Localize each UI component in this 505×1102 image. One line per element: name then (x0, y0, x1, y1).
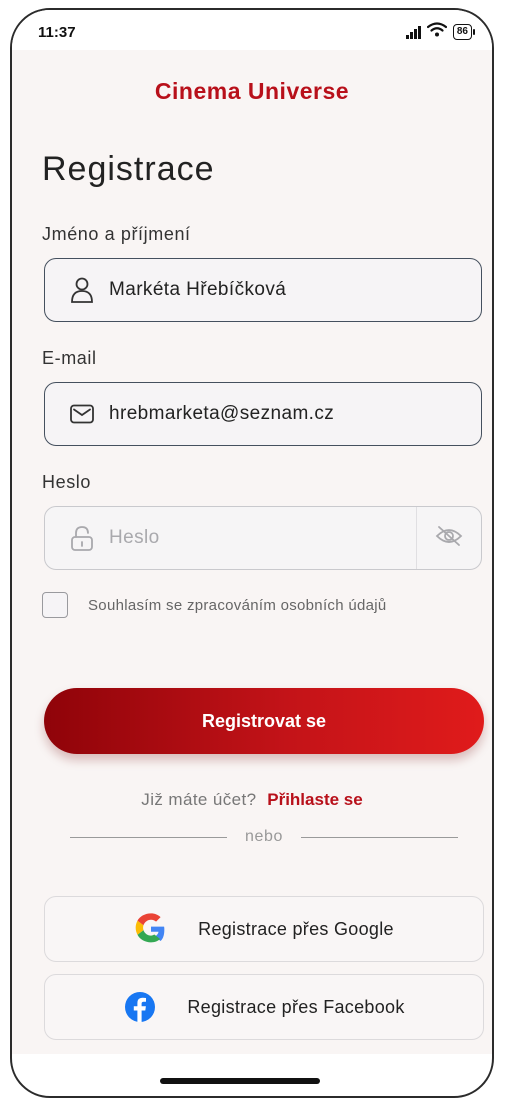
or-divider: nebo (70, 828, 458, 846)
consent-checkbox[interactable] (42, 592, 68, 618)
consent-row: Souhlasím se zpracováním osobních údajů (42, 592, 387, 618)
status-icons: 86 (406, 22, 476, 42)
status-time: 11:37 (38, 24, 76, 41)
divider-text: nebo (245, 828, 283, 845)
name-label: Jméno a příjmení (42, 224, 191, 244)
google-signup-button[interactable]: Registrace přes Google (44, 896, 484, 962)
phone-frame: 11:37 86 Cinema Universe Registrace Jmén… (10, 8, 494, 1098)
divider-line-left (70, 836, 227, 838)
consent-label: Souhlasím se zpracováním osobních údajů (88, 596, 387, 614)
register-button[interactable]: Registrovat se (44, 688, 484, 754)
email-value: hrebmarketa@seznam.cz (109, 403, 335, 424)
registration-screen: Cinema Universe Registrace Jméno a příjm… (12, 50, 492, 1054)
home-indicator (160, 1078, 320, 1084)
toggle-password-visibility[interactable] (416, 507, 481, 569)
page-title: Registrace (42, 150, 215, 188)
login-prompt: Již máte účet? Přihlaste se (12, 790, 492, 810)
wifi-icon (426, 22, 447, 42)
user-icon (69, 277, 95, 303)
status-bar: 11:37 86 (12, 10, 492, 50)
email-label: E-mail (42, 348, 97, 368)
google-icon (134, 912, 168, 946)
facebook-signup-button[interactable]: Registrace přes Facebook (44, 974, 484, 1040)
password-label: Heslo (42, 472, 92, 492)
battery-icon: 86 (452, 24, 476, 40)
login-question: Již máte účet? (141, 790, 257, 809)
email-field[interactable]: hrebmarketa@seznam.cz (44, 382, 482, 446)
facebook-signup-label: Registrace přes Facebook (187, 996, 405, 1017)
lock-icon (69, 525, 95, 551)
brand-logo: Cinema Universe (154, 78, 350, 104)
eye-off-icon (435, 525, 463, 552)
name-value: Markéta Hřebíčková (109, 279, 287, 300)
mail-icon (69, 401, 95, 427)
signal-icon (406, 25, 421, 39)
divider-line-right (301, 836, 458, 838)
google-signup-label: Registrace přes Google (198, 918, 394, 939)
password-field[interactable]: Heslo (44, 506, 482, 570)
password-placeholder: Heslo (109, 527, 160, 548)
login-link[interactable]: Přihlaste se (267, 790, 362, 809)
name-field[interactable]: Markéta Hřebíčková (44, 258, 482, 322)
facebook-icon (123, 990, 157, 1024)
